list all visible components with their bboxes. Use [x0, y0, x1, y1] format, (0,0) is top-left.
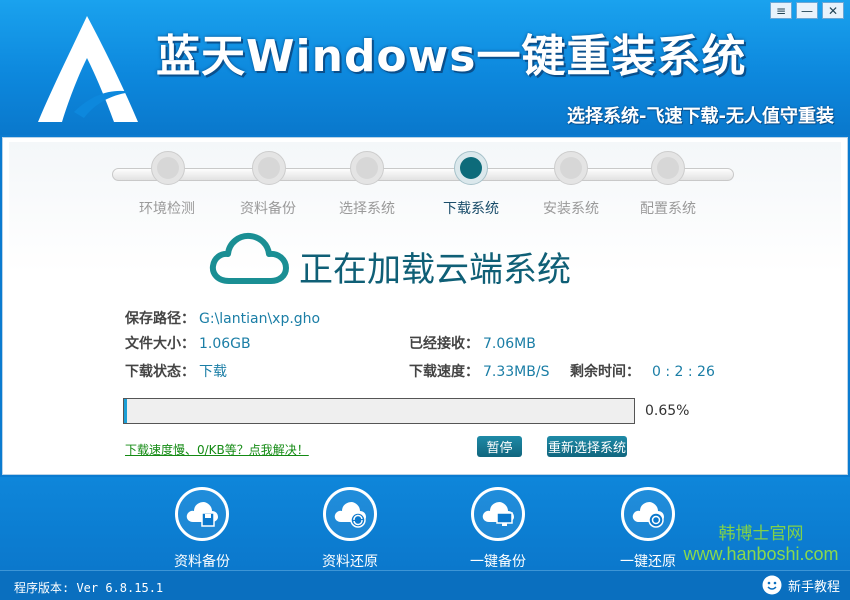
status-bar: 程序版本: Ver 6.8.15.1 新手教程 — [0, 570, 850, 600]
received-row: 已经接收： 7.06MB — [409, 333, 536, 353]
cloud-restore-icon — [323, 487, 377, 541]
watermark-line1: 韩博士官网 — [718, 524, 804, 544]
cloud-icon — [209, 232, 289, 284]
minimize-icon: — — [801, 3, 813, 18]
speed-row: 下载速度： 7.33MB/S — [409, 361, 549, 381]
remaining-value: 0 : 2 : 26 — [652, 364, 715, 380]
step-label-download: 下载系统 — [443, 201, 499, 217]
cloud-save-icon — [175, 487, 229, 541]
minimize-button[interactable]: — — [796, 2, 818, 19]
step-dot-backup — [252, 151, 286, 185]
step-label-backup: 资料备份 — [240, 201, 296, 217]
status-label: 下载状态： — [125, 364, 195, 380]
step-dot-download — [454, 151, 488, 185]
watermark: 韩博士官网 www.hanboshi.com — [672, 519, 850, 565]
close-button[interactable]: ✕ — [822, 2, 844, 19]
step-dot-environment — [151, 151, 185, 185]
one-click-backup-button[interactable]: 一键备份 — [453, 487, 543, 571]
progress-percent: 0.65% — [645, 403, 690, 419]
header: 蓝天Windows一键重装系统 选择系统-飞速下载-无人值守重装 ≡ — ✕ — [0, 0, 850, 135]
save-path-value: G:\lantian\xp.gho — [199, 311, 321, 327]
data-restore-label: 资料还原 — [322, 554, 378, 570]
tutorial-label: 新手教程 — [787, 579, 840, 595]
received-value: 7.06MB — [483, 336, 536, 352]
version-text: 程序版本: Ver 6.8.15.1 — [14, 581, 164, 595]
status-row: 下载状态： 下载 — [125, 361, 227, 381]
received-label: 已经接收： — [409, 336, 479, 352]
logo-icon — [38, 16, 138, 122]
watermark-line2: www.hanboshi.com — [683, 544, 839, 564]
step-label-configure: 配置系统 — [640, 201, 696, 217]
step-dot-install — [554, 151, 588, 185]
tutorial-button[interactable]: 新手教程 — [762, 575, 840, 595]
menu-button[interactable]: ≡ — [770, 2, 792, 19]
speed-label: 下载速度： — [409, 364, 479, 380]
remaining-label: 剩余时间： — [570, 364, 640, 380]
step-dot-select — [350, 151, 384, 185]
download-progress-bar — [123, 398, 635, 424]
remaining-row: 剩余时间： 0 : 2 : 26 — [570, 361, 715, 381]
step-track — [112, 168, 734, 181]
save-path-label: 保存路径： — [125, 311, 195, 327]
status-value: 下载 — [199, 364, 227, 380]
loading-title: 正在加载云端系统 — [299, 250, 571, 290]
one-click-backup-label: 一键备份 — [470, 554, 526, 570]
cloud-power-icon — [621, 487, 675, 541]
menu-icon: ≡ — [775, 3, 787, 18]
smiley-icon — [762, 575, 782, 595]
progress-fill — [124, 399, 128, 423]
file-size-value: 1.06GB — [199, 336, 251, 352]
reselect-system-button[interactable]: 重新选择系统 — [547, 436, 627, 457]
step-label-select: 选择系统 — [339, 201, 395, 217]
data-restore-button[interactable]: 资料还原 — [305, 487, 395, 571]
pause-button[interactable]: 暂停 — [477, 436, 522, 457]
step-dot-configure — [651, 151, 685, 185]
window-controls: ≡ — ✕ — [770, 2, 844, 19]
bottom-toolbar: 资料备份 资料还原 一键备份 一键还原 韩博士官网 www.hanboshi.c… — [0, 477, 850, 570]
panel-content: 环境检测 资料备份 选择系统 下载系统 安装系统 配置系统 正在加载云端系统 保… — [9, 142, 841, 470]
file-size-label: 文件大小： — [125, 336, 195, 352]
data-backup-button[interactable]: 资料备份 — [157, 487, 247, 571]
speed-value: 7.33MB/S — [483, 364, 550, 380]
cloud-monitor-icon — [471, 487, 525, 541]
app-subtitle: 选择系统-飞速下载-无人值守重装 — [567, 106, 834, 127]
data-backup-label: 资料备份 — [174, 554, 230, 570]
step-label-environment: 环境检测 — [139, 201, 195, 217]
step-label-install: 安装系统 — [543, 201, 599, 217]
file-size-row: 文件大小： 1.06GB — [125, 333, 251, 353]
close-icon: ✕ — [827, 3, 839, 18]
slow-download-help-link[interactable]: 下载速度慢、0/KB等？点我解决！ — [125, 441, 309, 458]
save-path-row: 保存路径： G:\lantian\xp.gho — [125, 308, 320, 328]
main-panel: 环境检测 资料备份 选择系统 下载系统 安装系统 配置系统 正在加载云端系统 保… — [2, 137, 848, 475]
app-title: 蓝天Windows一键重装系统 — [156, 31, 747, 82]
